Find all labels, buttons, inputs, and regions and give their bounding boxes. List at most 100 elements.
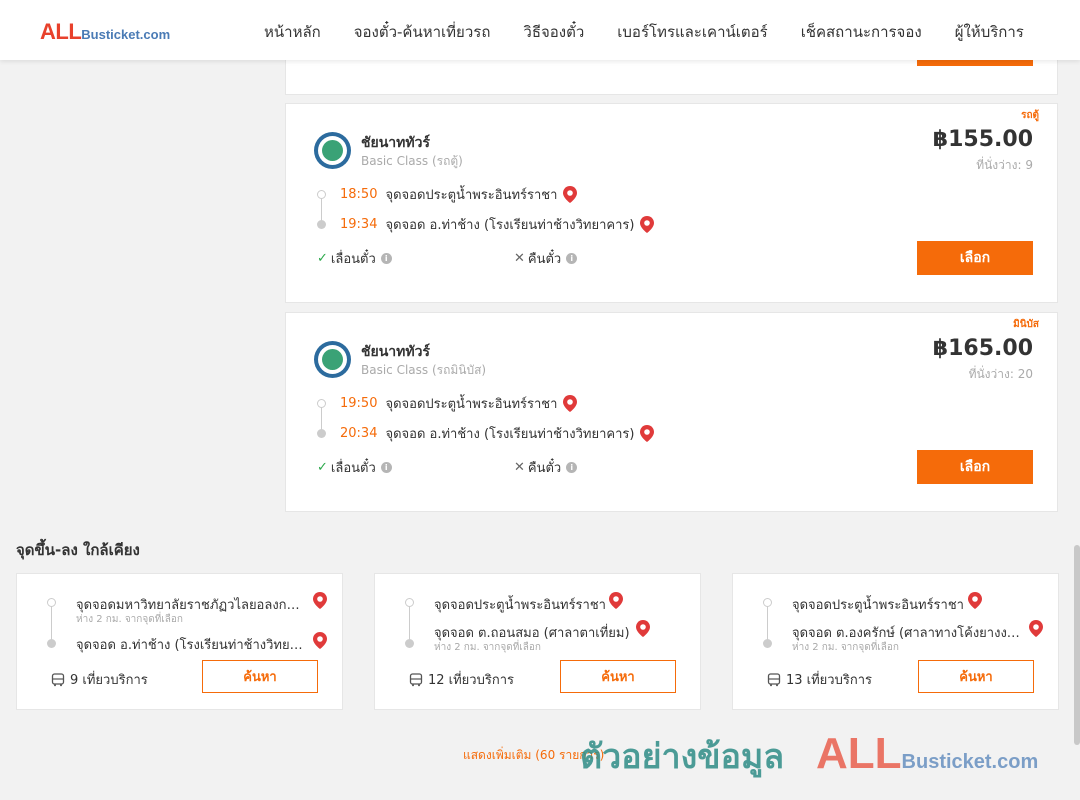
main-nav: หน้าหลัก จองตั๋ว-ค้นหาเที่ยวรถ วิธีจองตั… <box>264 20 1024 44</box>
nav-contacts[interactable]: เบอร์โทรและเคาน์เตอร์ <box>617 20 767 44</box>
trip-card: มินิบัส ชัยนาททัวร์ Basic Class (รถมินิบ… <box>285 312 1058 512</box>
to-distance: ห่าง 2 กม. จากจุดที่เลือก <box>434 642 541 653</box>
refund-feature: ✕ คืนตั๋ว i <box>514 457 578 478</box>
operator-name: ชัยนาททัวร์ <box>361 344 430 360</box>
arrival-stop-name: จุดจอด อ.ท่าช้าง (โรงเรียนท่าช้างวิทยาคา… <box>385 218 635 233</box>
trip-count-label: 12 เที่ยวบริการ <box>428 673 514 688</box>
map-pin-icon[interactable] <box>968 592 982 609</box>
ticket-price: ฿165.00 <box>932 336 1033 361</box>
map-pin-icon[interactable] <box>636 620 650 637</box>
nav-booking-status[interactable]: เช็คสถานะการจอง <box>801 20 922 44</box>
check-icon: ✓ <box>317 460 328 475</box>
arrival-stop: 20:34 จุดจอด อ.ท่าช้าง (โรงเรียนท่าช้างว… <box>340 423 655 444</box>
to-dot <box>47 639 56 648</box>
departure-dot <box>317 399 326 408</box>
reschedule-feature: ✓ เลื่อนตั๋ว i <box>317 248 392 269</box>
trip-count: 9 เที่ยวบริการ <box>51 669 148 690</box>
from-stop: จุดจอดประตูน้ำพระอินทร์ราชา <box>434 598 606 613</box>
info-icon[interactable]: i <box>380 462 392 473</box>
site-logo[interactable]: ALL Busticket.com <box>40 19 170 45</box>
nearby-card: จุดจอดมหาวิทยาลัยราชภัฏวไลยอลงกรณ์ ห่าง … <box>16 573 343 710</box>
departure-dot <box>317 190 326 199</box>
to-stop: จุดจอด อ.ท่าช้าง (โรงเรียนท่าช้างวิทยาคา… <box>76 638 304 653</box>
select-trip-button[interactable]: เลือก <box>917 450 1033 484</box>
map-pin-icon[interactable] <box>640 425 655 442</box>
departure-stop: 18:50 จุดจอดประตูน้ำพระอินทร์ราชา <box>340 184 578 205</box>
operator-name: ชัยนาททัวร์ <box>361 135 430 151</box>
watermark-logo: ALL Busticket.com <box>816 729 1038 779</box>
map-pin-icon[interactable] <box>1029 620 1043 637</box>
to-distance: ห่าง 2 กม. จากจุดที่เลือก <box>792 642 899 653</box>
reschedule-label: เลื่อนตั๋ว <box>330 252 376 267</box>
search-button[interactable]: ค้นหา <box>202 660 318 693</box>
cross-icon: ✕ <box>514 251 525 266</box>
info-icon[interactable]: i <box>566 462 578 473</box>
map-pin-icon[interactable] <box>609 592 623 609</box>
trip-count: 13 เที่ยวบริการ <box>767 669 872 690</box>
route-line <box>321 405 322 431</box>
available-seats: ที่นั่งว่าง: 9 <box>976 158 1033 172</box>
reschedule-label: เลื่อนตั๋ว <box>330 461 376 476</box>
bus-icon <box>51 672 65 686</box>
bus-icon <box>767 672 781 686</box>
trip-count-label: 9 เที่ยวบริการ <box>70 673 148 688</box>
operator-logo <box>314 132 351 169</box>
map-pin-icon[interactable] <box>563 186 578 203</box>
logo-busticket-text: Busticket.com <box>81 27 171 42</box>
arrival-dot <box>317 220 326 229</box>
from-stop: จุดจอดประตูน้ำพระอินทร์ราชา <box>792 598 964 613</box>
arrival-stop: 19:34 จุดจอด อ.ท่าช้าง (โรงเรียนท่าช้างว… <box>340 214 655 235</box>
check-icon: ✓ <box>317 251 328 266</box>
nav-book-search[interactable]: จองตั๋ว-ค้นหาเที่ยวรถ <box>354 20 491 44</box>
departure-stop-name: จุดจอดประตูน้ำพระอินทร์ราชา <box>385 188 558 203</box>
operator-logo <box>314 341 351 378</box>
arrival-time: 19:34 <box>340 217 378 232</box>
service-class: Basic Class (รถมินิบัส) <box>361 363 487 377</box>
trip-count: 12 เที่ยวบริการ <box>409 669 514 690</box>
departure-time: 18:50 <box>340 187 378 202</box>
search-button[interactable]: ค้นหา <box>560 660 676 693</box>
nav-operators[interactable]: ผู้ให้บริการ <box>955 20 1024 44</box>
nav-how-to-book[interactable]: วิธีจองตั๋ว <box>523 20 584 44</box>
to-dot <box>763 639 772 648</box>
service-class: Basic Class (รถตู้) <box>361 154 463 168</box>
to-dot <box>405 639 414 648</box>
refund-feature: ✕ คืนตั๋ว i <box>514 248 578 269</box>
departure-time: 19:50 <box>340 396 378 411</box>
top-header: ALL Busticket.com หน้าหลัก จองตั๋ว-ค้นหา… <box>0 0 1080 60</box>
nav-home[interactable]: หน้าหลัก <box>264 20 321 44</box>
from-dot <box>405 598 414 607</box>
watermark-logo-all: ALL <box>816 729 902 778</box>
watermark-text: ตัวอย่างข้อมูล <box>580 737 785 777</box>
watermark-logo-rest: Busticket.com <box>901 751 1039 773</box>
map-pin-icon[interactable] <box>313 632 327 649</box>
nearby-card: จุดจอดประตูน้ำพระอินทร์ราชา จุดจอด ต.ถอน… <box>374 573 701 710</box>
trip-count-label: 13 เที่ยวบริการ <box>786 673 872 688</box>
select-trip-button[interactable]: เลือก <box>917 241 1033 275</box>
from-dot <box>763 598 772 607</box>
arrival-time: 20:34 <box>340 426 378 441</box>
ticket-price: ฿155.00 <box>932 127 1033 152</box>
route-line <box>767 605 768 641</box>
map-pin-icon[interactable] <box>313 592 327 609</box>
available-seats: ที่นั่งว่าง: 20 <box>968 367 1033 381</box>
info-icon[interactable]: i <box>380 253 392 264</box>
nearby-section-title: จุดขึ้น-ลง ใกล้เคียง <box>16 541 140 559</box>
nearby-card: จุดจอดประตูน้ำพระอินทร์ราชา จุดจอด ต.องค… <box>732 573 1059 710</box>
reschedule-feature: ✓ เลื่อนตั๋ว i <box>317 457 392 478</box>
page-scrollbar[interactable] <box>1074 545 1080 745</box>
logo-all-text: ALL <box>40 19 82 44</box>
departure-stop-name: จุดจอดประตูน้ำพระอินทร์ราชา <box>385 397 558 412</box>
info-icon[interactable]: i <box>566 253 578 264</box>
map-pin-icon[interactable] <box>640 216 655 233</box>
refund-label: คืนตั๋ว <box>527 252 562 267</box>
vehicle-type-badge: มินิบัส <box>1013 319 1039 330</box>
search-button[interactable]: ค้นหา <box>918 660 1034 693</box>
map-pin-icon[interactable] <box>563 395 578 412</box>
route-line <box>51 605 52 641</box>
route-line <box>409 605 410 641</box>
from-dot <box>47 598 56 607</box>
vehicle-type-badge: รถตู้ <box>1021 110 1039 121</box>
refund-label: คืนตั๋ว <box>527 461 562 476</box>
from-distance: ห่าง 2 กม. จากจุดที่เลือก <box>76 614 183 625</box>
